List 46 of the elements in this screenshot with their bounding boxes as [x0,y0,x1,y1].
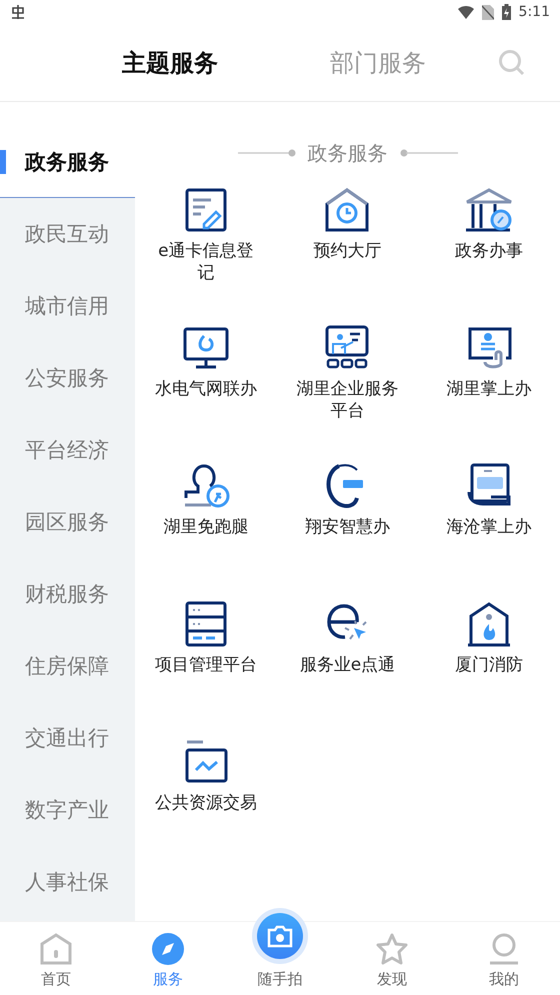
sidebar-item[interactable]: 人事社保 [0,846,135,918]
nav-tab[interactable]: 发现 [377,970,407,989]
sidebar-item[interactable]: 公安服务 [0,342,135,414]
camera-icon [267,924,293,948]
no-sim-icon [482,4,494,20]
profile-icon [487,932,521,966]
sidebar-item[interactable]: 城市信用 [0,270,135,342]
service-label[interactable]: 湖里免跑腿 [150,516,262,538]
sidebar-item[interactable]: 住房保障 [0,630,135,702]
notification-icon [10,4,26,20]
nav-tab[interactable]: 我的 [489,970,519,989]
header-tab[interactable]: 主题服务 [122,46,218,78]
service-label[interactable]: 服务业e点通 [291,654,404,676]
stamp-runner-icon [182,462,230,510]
service-label[interactable]: 翔安智慧办 [291,516,404,538]
sidebar-item[interactable]: 财税服务 [0,558,135,630]
service-label[interactable]: 厦门消防 [433,654,546,676]
nav-tab[interactable]: 随手拍 [258,970,302,989]
service-label[interactable]: 湖里企业服务平台 [291,378,404,422]
nav-tab[interactable]: 首页 [41,970,71,989]
sidebar-item[interactable]: 园区服务 [0,486,135,558]
sidebar-item[interactable]: 交通出行 [0,702,135,774]
compass-icon [151,932,185,966]
wifi-icon [458,5,474,19]
service-label[interactable]: e通卡信息登记 [150,240,262,284]
battery-icon [502,4,511,20]
house-clock-icon [323,186,372,234]
service-label[interactable]: 政务办事 [433,240,546,262]
sidebar-item[interactable]: 数字产业 [0,774,135,846]
service-label[interactable]: 公共资源交易 [150,792,262,814]
nav-tab[interactable]: 服务 [153,970,183,989]
status-time: 5:11 [518,4,550,20]
service-label[interactable]: 项目管理平台 [150,654,262,676]
heading-left-rule [238,149,296,157]
heading-right-rule [400,149,458,157]
service-label[interactable]: 海沧掌上办 [433,516,546,538]
building-compass-icon [465,186,514,234]
sidebar-item[interactable]: 政务服务 [0,126,135,198]
home-icon [39,932,73,966]
service-label[interactable]: 预约大厅 [291,240,404,262]
section-title: 政务服务 [308,140,388,166]
service-label[interactable]: 湖里掌上办 [433,378,546,400]
sidebar-item[interactable]: 平台经济 [0,414,135,486]
service-label[interactable]: 水电气网联办 [150,378,262,400]
sidebar-item[interactable]: 政民互动 [0,198,135,270]
star-icon [375,932,409,966]
